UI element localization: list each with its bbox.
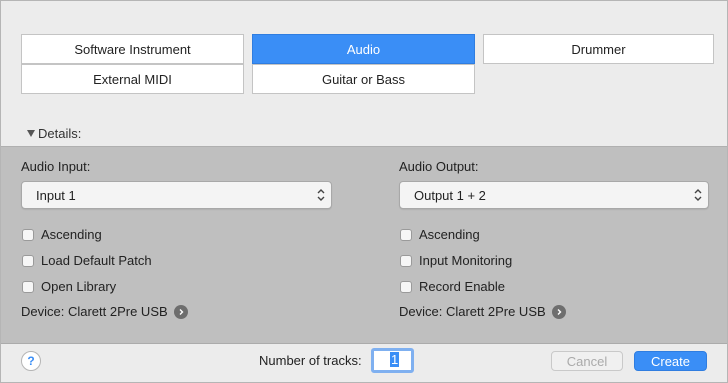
number-of-tracks-label: Number of tracks: [259, 353, 362, 368]
details-panel: Audio Input: Input 1 Ascending Load Defa… [1, 146, 727, 344]
checkbox-label: Record Enable [419, 279, 505, 294]
checkbox-label: Ascending [419, 227, 480, 242]
audio-output-value: Output 1 + 2 [414, 187, 486, 203]
help-button[interactable]: ? [21, 351, 41, 371]
checkbox-label: Load Default Patch [41, 253, 152, 268]
audio-input-value: Input 1 [36, 187, 76, 203]
software-instrument-button[interactable]: Software Instrument [21, 34, 244, 64]
details-label: Details: [38, 126, 82, 141]
disclosure-triangle-icon [27, 130, 35, 137]
record-enable-checkbox[interactable]: Record Enable [400, 279, 505, 294]
checkbox-icon[interactable] [22, 280, 34, 293]
number-of-tracks-value: 1 [390, 352, 400, 367]
audio-input-select[interactable]: Input 1 [21, 181, 332, 209]
create-button[interactable]: Create [634, 351, 707, 371]
input-device-label: Device: Clarett 2Pre USB [21, 304, 168, 319]
up-down-chevron-icon [317, 189, 325, 201]
audio-output-label: Audio Output: [399, 159, 479, 174]
track-type-selector: Software Instrument Audio Drummer Extern… [21, 34, 714, 95]
input-monitoring-checkbox[interactable]: Input Monitoring [400, 253, 512, 268]
output-device-label: Device: Clarett 2Pre USB [399, 304, 546, 319]
audio-button[interactable]: Audio [252, 34, 475, 64]
input-ascending-checkbox[interactable]: Ascending [22, 227, 102, 242]
number-of-tracks-input[interactable]: 1 [371, 348, 414, 373]
new-track-dialog: Software Instrument Audio Drummer Extern… [0, 0, 728, 383]
details-disclosure[interactable]: Details: [27, 126, 81, 141]
audio-input-label: Audio Input: [21, 159, 91, 174]
checkbox-icon[interactable] [22, 254, 34, 267]
checkbox-icon[interactable] [400, 228, 412, 241]
guitar-or-bass-button[interactable]: Guitar or Bass [252, 64, 475, 94]
external-midi-button[interactable]: External MIDI [21, 64, 244, 94]
checkbox-label: Input Monitoring [419, 253, 513, 268]
checkbox-icon[interactable] [400, 254, 412, 267]
output-device-row: Device: Clarett 2Pre USB [399, 304, 566, 319]
checkbox-label: Open Library [41, 279, 117, 294]
cancel-button[interactable]: Cancel [551, 351, 623, 371]
checkbox-icon[interactable] [400, 280, 412, 293]
drummer-button[interactable]: Drummer [483, 34, 714, 64]
open-library-checkbox[interactable]: Open Library [22, 279, 116, 294]
audio-output-select[interactable]: Output 1 + 2 [399, 181, 709, 209]
input-device-row: Device: Clarett 2Pre USB [21, 304, 188, 319]
output-ascending-checkbox[interactable]: Ascending [400, 227, 480, 242]
up-down-chevron-icon [694, 189, 702, 201]
arrow-right-circle-icon[interactable] [551, 304, 566, 319]
checkbox-icon[interactable] [22, 228, 34, 241]
arrow-right-circle-icon[interactable] [173, 304, 188, 319]
load-default-patch-checkbox[interactable]: Load Default Patch [22, 253, 152, 268]
checkbox-label: Ascending [41, 227, 102, 242]
